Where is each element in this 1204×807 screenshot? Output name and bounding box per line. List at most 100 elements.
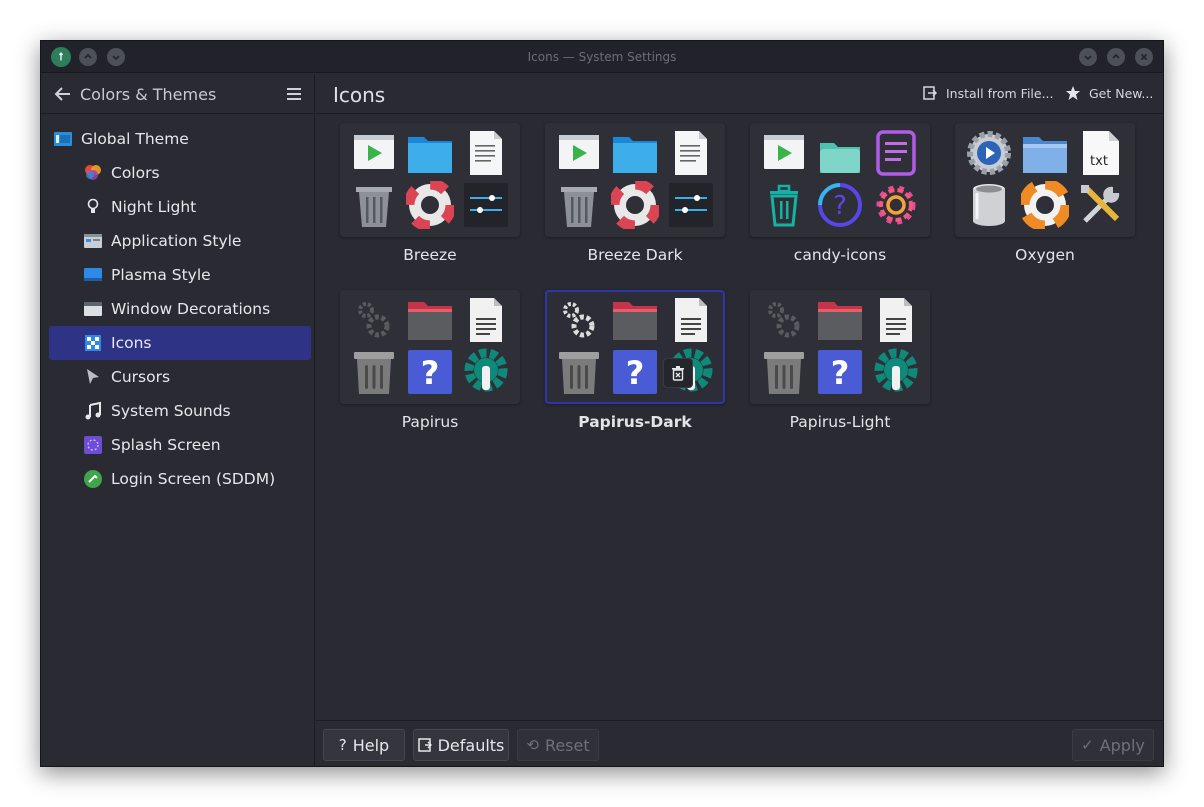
sidebar-item-colors[interactable]: Colors (49, 156, 311, 190)
question-mark-icon: ? (338, 736, 347, 754)
theme-tile-papirus-light[interactable]: ? Papirus-Light (726, 282, 930, 442)
delete-theme-button[interactable] (663, 358, 693, 388)
maximize-button[interactable] (1107, 48, 1125, 66)
sidebar-item-label: Splash Screen (111, 436, 221, 454)
text-file-icon (462, 296, 510, 344)
install-from-file-label: Install from File... (946, 85, 1054, 101)
gears-icon (350, 296, 398, 344)
chevron-down-icon (1084, 55, 1092, 61)
text-file-icon (667, 296, 715, 344)
global-theme-icon (53, 129, 73, 149)
gear-icon (872, 181, 920, 229)
theme-tile-papirus[interactable]: ? Papirus (316, 282, 520, 442)
sidebar-header: Colors & Themes (41, 74, 315, 114)
theme-preview: txt (955, 123, 1135, 237)
sidebar-item-splash-screen[interactable]: Splash Screen (49, 428, 311, 462)
theme-tile-papirus-dark[interactable]: ? Papirus-Dark (521, 282, 725, 442)
titlebar[interactable]: Icons — System Settings (41, 41, 1163, 73)
tools-icon (1077, 181, 1125, 229)
checkmark-icon: ✓ (1081, 736, 1094, 754)
sidebar-item-system-sounds[interactable]: System Sounds (49, 394, 311, 428)
text-file-icon (872, 296, 920, 344)
music-note-icon (83, 401, 103, 421)
theme-name: Breeze Dark (587, 246, 683, 264)
folder-icon (406, 129, 454, 177)
trash-icon (555, 181, 603, 229)
breadcrumb[interactable]: Colors & Themes (80, 85, 216, 104)
window-title: Icons — System Settings (527, 50, 677, 64)
minimize-button[interactable] (1079, 48, 1097, 66)
defaults-button[interactable]: Defaults (413, 729, 509, 761)
sidebar-item-login-screen[interactable]: Login Screen (SDDM) (49, 462, 311, 496)
document-icon (872, 129, 920, 177)
main-content: Icons Install from File... Get New... Br… (316, 74, 1163, 766)
sidebar-item-global-theme[interactable]: Global Theme (49, 122, 311, 156)
trash-icon (350, 348, 398, 396)
reset-button[interactable]: ⟲ Reset (517, 729, 599, 761)
cursor-icon (83, 367, 103, 387)
lightbulb-icon (83, 197, 103, 217)
hamburger-menu-icon[interactable] (285, 85, 303, 103)
theme-tile-oxygen[interactable]: txt Oxygen (931, 115, 1135, 275)
chevron-up-icon (1112, 53, 1120, 59)
theme-preview: ? (545, 290, 725, 404)
theme-name: Papirus-Dark (578, 413, 692, 431)
icons-icon (83, 333, 103, 353)
theme-preview (545, 123, 725, 237)
theme-name: Papirus (401, 413, 459, 431)
svg-text:?: ? (831, 354, 850, 392)
svg-text:?: ? (626, 354, 645, 392)
apply-button[interactable]: ✓ Apply (1072, 729, 1154, 761)
sidebar-item-plasma-style[interactable]: Plasma Style (49, 258, 311, 292)
trash-icon (760, 181, 808, 229)
install-from-file-button[interactable]: Install from File... (922, 85, 1054, 101)
help-label: Help (352, 735, 390, 755)
get-new-button[interactable]: Get New... (1065, 85, 1153, 101)
sidebar-item-night-light[interactable]: Night Light (49, 190, 311, 224)
defaults-label: Defaults (437, 735, 505, 755)
theme-tile-breeze[interactable]: Breeze (316, 115, 520, 275)
settings-sliders-icon (667, 181, 715, 229)
help-question-icon: ? (406, 348, 454, 396)
application-style-icon (83, 231, 103, 251)
apply-label: Apply (1099, 735, 1145, 755)
theme-tile-candy-icons[interactable]: ? candy-icons (726, 115, 930, 275)
sidebar-item-window-decorations[interactable]: Window Decorations (49, 292, 311, 326)
gears-icon (555, 296, 603, 344)
media-player-icon (555, 129, 603, 177)
folder-icon (611, 296, 659, 344)
theme-tile-breeze-dark[interactable]: Breeze Dark (521, 115, 725, 275)
theme-name: Oxygen (1015, 246, 1075, 264)
close-icon (1140, 53, 1148, 61)
close-button[interactable] (1135, 48, 1153, 66)
install-file-icon (923, 86, 938, 100)
theme-preview: ? (750, 290, 930, 404)
theme-preview (340, 123, 520, 237)
splash-screen-icon (83, 435, 103, 455)
sidebar-item-label: Window Decorations (111, 300, 271, 318)
theme-preview: ? (750, 123, 930, 237)
help-button[interactable]: ? Help (323, 729, 405, 761)
sidebar-item-cursors[interactable]: Cursors (49, 360, 311, 394)
get-new-label: Get New... (1089, 85, 1154, 101)
page-header: Icons Install from File... Get New... (316, 74, 1163, 114)
sidebar-item-label: System Sounds (111, 402, 231, 420)
help-lifebuoy-icon (406, 181, 454, 229)
delete-icon (672, 366, 684, 381)
txt-file-icon: txt (1077, 129, 1125, 177)
settings-sliders-icon (462, 181, 510, 229)
star-icon (1066, 86, 1080, 100)
sidebar-item-icons[interactable]: Icons (49, 326, 311, 360)
svg-text:?: ? (421, 354, 440, 392)
back-arrow-icon[interactable] (53, 84, 73, 104)
trash-icon (350, 181, 398, 229)
system-settings-window: Icons — System Settings Colors & Themes … (40, 40, 1164, 767)
trash-icon (965, 181, 1013, 229)
plasma-style-icon (83, 265, 103, 285)
help-question-icon: ? (816, 181, 864, 229)
help-lifebuoy-icon (1021, 181, 1069, 229)
colors-icon (83, 163, 103, 183)
sidebar-item-label: Plasma Style (111, 266, 211, 284)
sidebar-item-application-style[interactable]: Application Style (49, 224, 311, 258)
sidebar-item-label: Colors (111, 164, 160, 182)
